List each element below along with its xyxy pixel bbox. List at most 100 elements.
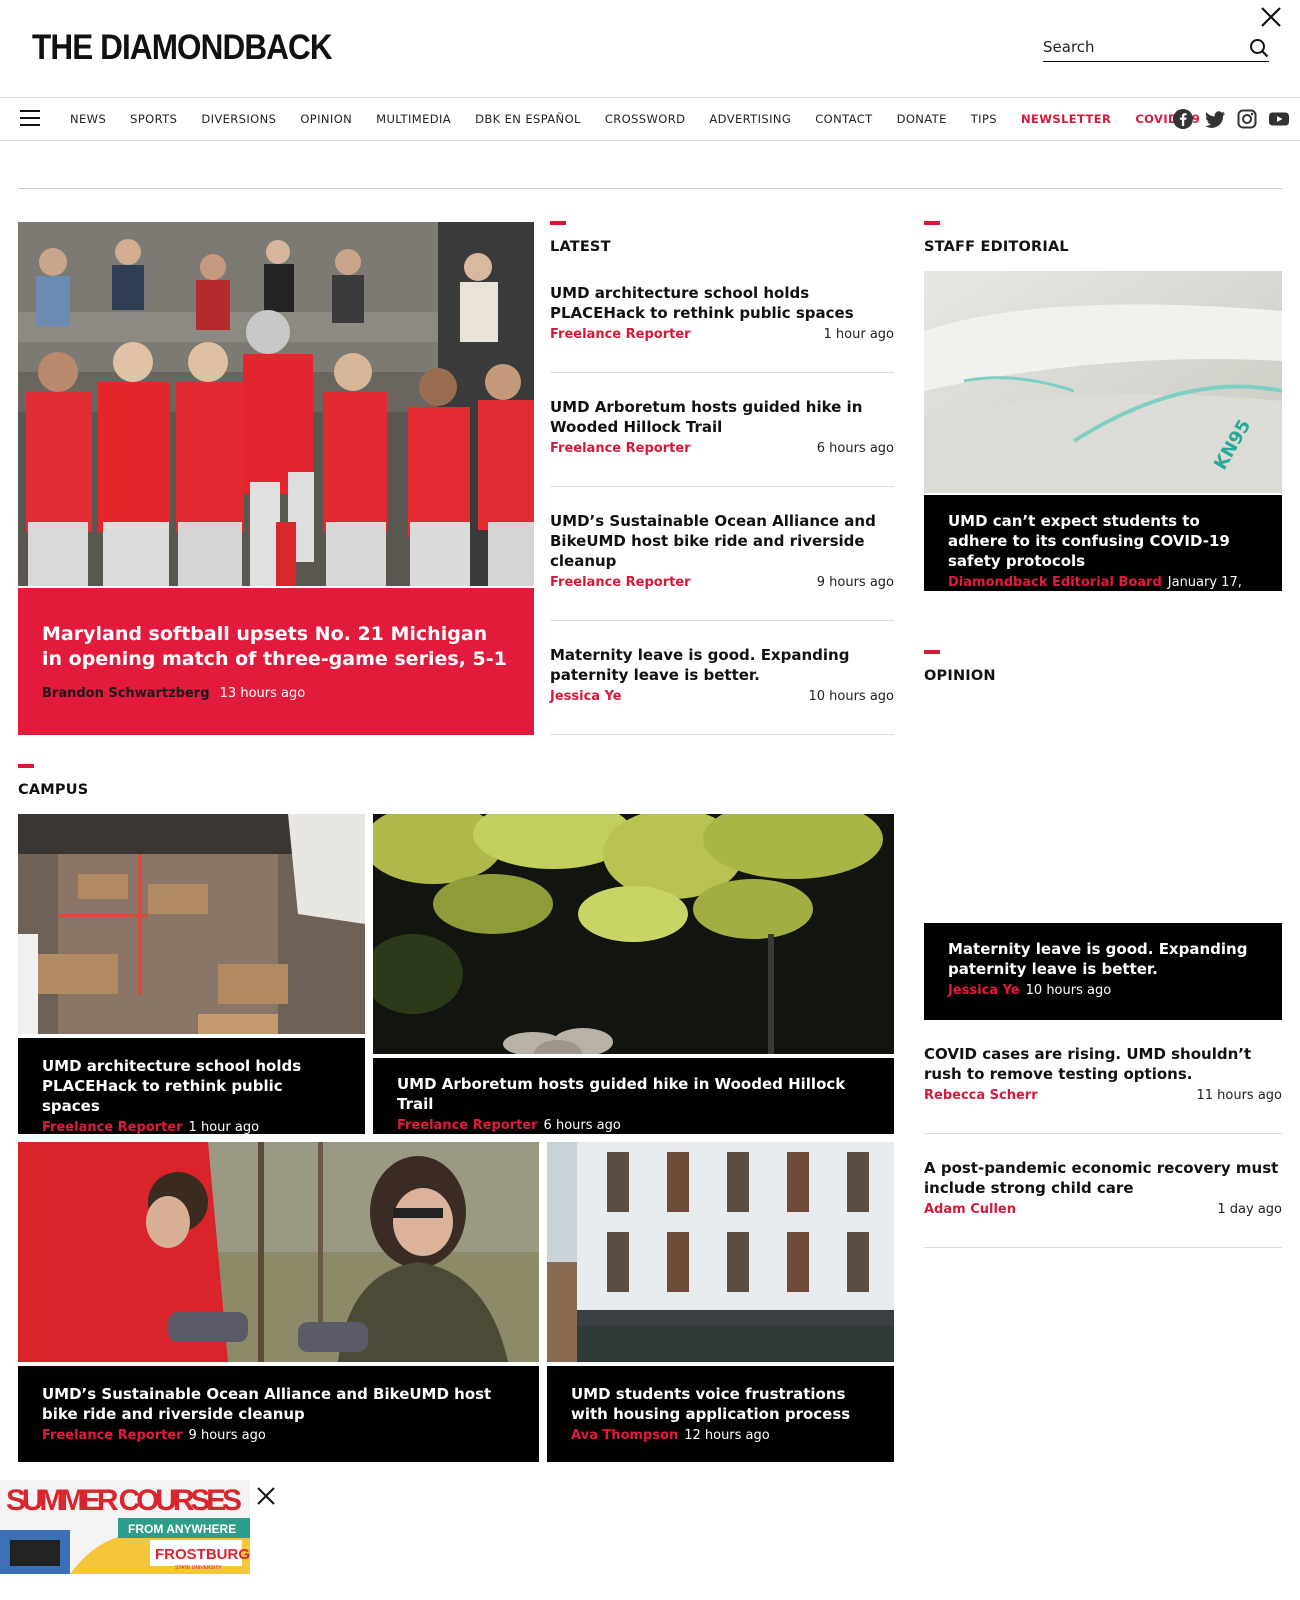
campus-card[interactable]: UMD Arboretum hosts guided hike in Woode… (373, 1058, 894, 1134)
opinion-feature-card[interactable]: Maternity leave is good. Expanding pater… (924, 923, 1282, 1020)
latest-item[interactable]: UMD’s Sustainable Ocean Alliance and Bik… (550, 511, 894, 621)
section-accent-bar (924, 221, 940, 225)
nav-item-tips[interactable]: TIPS (971, 112, 997, 126)
youtube-icon[interactable] (1268, 108, 1290, 130)
latest-item-title[interactable]: Maternity leave is good. Expanding pater… (550, 645, 894, 685)
opinion-feature-title[interactable]: Maternity leave is good. Expanding pater… (948, 939, 1258, 979)
campus-card[interactable]: UMD architecture school holds PLACEHack … (18, 1038, 365, 1135)
latest-item-author[interactable]: Freelance Reporter (550, 575, 691, 590)
hero-story[interactable]: Maryland softball upsets No. 21 Michigan… (18, 588, 534, 735)
opinion-feature-author[interactable]: Jessica Ye (948, 983, 1020, 998)
search-bar (1043, 36, 1269, 62)
campus-image-housing-building[interactable] (547, 1142, 894, 1362)
campus-card-title[interactable]: UMD students voice frustrations with hou… (571, 1384, 870, 1424)
opinion-item[interactable]: A post-pandemic economic recovery must i… (924, 1158, 1282, 1248)
latest-item-author[interactable]: Freelance Reporter (550, 441, 691, 456)
hero-title[interactable]: Maryland softball upsets No. 21 Michigan… (42, 622, 510, 672)
campus-card-time: 1 hour ago (188, 1120, 260, 1135)
staff-editorial-label: STAFF EDITORIAL (924, 239, 1069, 255)
opinion-item-title[interactable]: A post-pandemic economic recovery must i… (924, 1158, 1282, 1198)
opinion-item-time: 1 day ago (1217, 1202, 1282, 1217)
staff-editorial-title[interactable]: UMD can’t expect students to adhere to i… (948, 511, 1258, 571)
section-accent-bar (924, 650, 940, 654)
latest-item-time: 10 hours ago (808, 689, 894, 704)
opinion-item-title[interactable]: COVID cases are rising. UMD shouldn’t ru… (924, 1044, 1282, 1084)
campus-card-author[interactable]: Freelance Reporter (397, 1118, 538, 1133)
latest-item-author[interactable]: Jessica Ye (550, 689, 622, 704)
opinion-item-author[interactable]: Adam Cullen (924, 1202, 1016, 1217)
latest-item-author[interactable]: Freelance Reporter (550, 327, 691, 342)
ad-brand: FROSTBURG (155, 1546, 250, 1563)
latest-item-title[interactable]: UMD Arboretum hosts guided hike in Woode… (550, 397, 894, 437)
campus-card-author[interactable]: Freelance Reporter (42, 1428, 183, 1443)
nav-item-diversions[interactable]: DIVERSIONS (201, 112, 276, 126)
opinion-item[interactable]: COVID cases are rising. UMD shouldn’t ru… (924, 1044, 1282, 1134)
campus-label: CAMPUS (18, 782, 89, 798)
opinion-section-header: OPINION (924, 650, 996, 684)
campus-card-time: 12 hours ago (684, 1428, 770, 1443)
close-icon[interactable] (1260, 6, 1282, 28)
latest-item-time: 1 hour ago (823, 327, 894, 342)
latest-item-time: 9 hours ago (816, 575, 894, 590)
campus-card-time: 9 hours ago (188, 1428, 266, 1443)
latest-item-title[interactable]: UMD architecture school holds PLACEHack … (550, 283, 894, 323)
section-accent-bar (18, 764, 34, 768)
hero-author[interactable]: Brandon Schwartzberg (42, 686, 210, 701)
opinion-item-author[interactable]: Rebecca Scherr (924, 1088, 1038, 1103)
menu-icon[interactable] (20, 110, 40, 128)
opinion-label: OPINION (924, 668, 996, 684)
campus-card[interactable]: UMD’s Sustainable Ocean Alliance and Bik… (18, 1366, 539, 1462)
hero-time: 13 hours ago (219, 686, 306, 701)
campus-card-author[interactable]: Ava Thompson (571, 1428, 678, 1443)
nav-item-crossword[interactable]: CROSSWORD (605, 112, 686, 126)
ad-brand-sub: STATE UNIVERSITY (175, 1565, 222, 1571)
latest-section-header: LATEST (550, 221, 611, 255)
summer-courses-ad[interactable]: SUMMER COURSES FROM ANYWHERE FROSTBURG S… (0, 1480, 250, 1574)
campus-card-title[interactable]: UMD architecture school holds PLACEHack … (42, 1056, 341, 1116)
staff-editorial-image-masks[interactable]: KN95 (924, 271, 1282, 493)
search-input[interactable] (1043, 36, 1233, 56)
nav-item-advertising[interactable]: ADVERTISING (709, 112, 791, 126)
campus-section-header: CAMPUS (18, 764, 88, 798)
campus-image-arboretum-deer[interactable] (373, 814, 894, 1054)
nav-item-dbk-en-espanol[interactable]: DBK EN ESPAÑOL (475, 112, 581, 126)
instagram-icon[interactable] (1236, 108, 1258, 130)
latest-label: LATEST (550, 239, 611, 255)
campus-card-author[interactable]: Freelance Reporter (42, 1120, 183, 1135)
campus-image-riverside-cleanup[interactable] (18, 1142, 539, 1362)
latest-item-time: 6 hours ago (816, 441, 894, 456)
staff-editorial-section-header: STAFF EDITORIAL (924, 221, 1069, 255)
site-logo[interactable]: THE DIAMONDBACK (32, 28, 333, 68)
nav-item-donate[interactable]: DONATE (897, 112, 947, 126)
header-divider (18, 188, 1282, 189)
nav-item-sports[interactable]: SPORTS (130, 112, 177, 126)
opinion-item-time: 11 hours ago (1196, 1088, 1282, 1103)
nav-item-opinion[interactable]: OPINION (300, 112, 352, 126)
hero-meta: Brandon Schwartzberg 13 hours ago (42, 686, 510, 701)
search-icon[interactable] (1249, 38, 1269, 58)
main-nav: NEWS SPORTS DIVERSIONS OPINION MULTIMEDI… (0, 97, 1300, 141)
campus-card[interactable]: UMD students voice frustrations with hou… (547, 1366, 894, 1462)
nav-item-contact[interactable]: CONTACT (815, 112, 872, 126)
opinion-feature-time: 10 hours ago (1025, 983, 1112, 998)
staff-editorial-card[interactable]: UMD can’t expect students to adhere to i… (924, 495, 1282, 605)
ad-headline: SUMMER COURSES (6, 1484, 242, 1517)
latest-item[interactable]: UMD architecture school holds PLACEHack … (550, 283, 894, 373)
nav-item-newsletter[interactable]: NEWSLETTER (1021, 112, 1111, 126)
section-accent-bar (550, 221, 566, 225)
campus-card-title[interactable]: UMD Arboretum hosts guided hike in Woode… (397, 1074, 870, 1114)
facebook-icon[interactable] (1172, 108, 1194, 130)
campus-image-placehack[interactable] (18, 814, 365, 1034)
campus-card-time: 6 hours ago (543, 1118, 621, 1133)
campus-card-title[interactable]: UMD’s Sustainable Ocean Alliance and Bik… (42, 1384, 515, 1424)
latest-item[interactable]: Maternity leave is good. Expanding pater… (550, 645, 894, 735)
nav-item-news[interactable]: NEWS (70, 112, 106, 126)
nav-item-multimedia[interactable]: MULTIMEDIA (376, 112, 451, 126)
latest-item[interactable]: UMD Arboretum hosts guided hike in Woode… (550, 397, 894, 487)
twitter-icon[interactable] (1204, 108, 1226, 130)
latest-item-title[interactable]: UMD’s Sustainable Ocean Alliance and Bik… (550, 511, 894, 571)
staff-editorial-author[interactable]: Diamondback Editorial Board (948, 575, 1162, 590)
ad-close-icon[interactable] (256, 1486, 276, 1506)
hero-image-softball[interactable] (18, 222, 534, 586)
ad-subhead: FROM ANYWHERE (128, 1522, 236, 1536)
